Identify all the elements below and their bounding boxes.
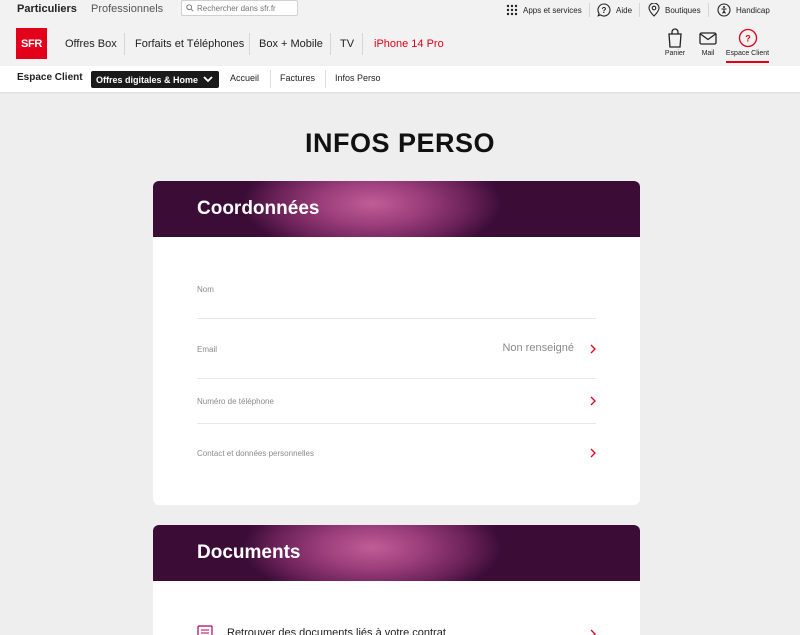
nav-box-mobile[interactable]: Box + Mobile xyxy=(259,36,323,52)
divider xyxy=(708,3,709,17)
row-contact-donnees[interactable]: Contact et données personnelles xyxy=(197,424,596,482)
divider xyxy=(589,3,590,17)
coordonnees-header: Coordonnées xyxy=(153,181,640,237)
segment-particuliers[interactable]: Particuliers xyxy=(17,0,77,20)
divider xyxy=(124,33,125,55)
subnav-factures[interactable]: Factures xyxy=(280,73,315,83)
search-icon xyxy=(186,4,194,12)
chevron-right-icon xyxy=(590,396,596,406)
subnav-infos-perso[interactable]: Infos Perso xyxy=(335,73,381,83)
telephone-label: Numéro de téléphone xyxy=(197,397,274,406)
row-email[interactable]: Email Non renseigné xyxy=(197,319,596,379)
divider xyxy=(249,33,250,55)
account-icon: ? xyxy=(738,28,757,48)
divider xyxy=(270,70,271,88)
documents-title: Documents xyxy=(197,542,301,563)
cart-icon xyxy=(668,28,682,48)
nav-forfaits-telephones[interactable]: Forfaits et Téléphones xyxy=(135,36,244,52)
coordonnees-title: Coordonnées xyxy=(197,198,320,219)
nav-tv[interactable]: TV xyxy=(340,36,354,52)
espace-client-button[interactable]: ? Espace Client xyxy=(725,28,770,57)
email-value: Non renseigné xyxy=(502,342,574,354)
row-telephone[interactable]: Numéro de téléphone xyxy=(197,379,596,424)
espace-client-label: Espace Client xyxy=(725,50,770,57)
handicap-label: Handicap xyxy=(736,5,770,15)
aide-link[interactable]: ? Aide xyxy=(597,1,632,19)
accessibility-icon xyxy=(717,3,731,17)
document-icon xyxy=(197,625,213,635)
contact-label: Contact et données personnelles xyxy=(197,449,314,458)
row-nom[interactable]: Nom xyxy=(197,271,596,319)
chevron-down-icon xyxy=(203,76,213,83)
divider xyxy=(325,70,326,88)
aide-label: Aide xyxy=(616,5,633,15)
offres-dropdown[interactable]: Offres digitales & Home xyxy=(91,71,219,88)
sfr-logo[interactable]: SFR xyxy=(16,28,47,59)
svg-text:?: ? xyxy=(745,34,751,44)
divider xyxy=(362,33,363,55)
divider xyxy=(639,3,640,17)
apps-services-link[interactable]: Apps et services xyxy=(506,1,582,19)
page-title: INFOS PERSO xyxy=(304,128,496,158)
documents-card: Documents Retrouver des documents liés à… xyxy=(153,525,640,635)
chevron-right-icon xyxy=(590,448,596,458)
location-pin-icon xyxy=(648,3,660,17)
nav-iphone-14-pro[interactable]: iPhone 14 Pro xyxy=(374,36,444,52)
nom-label: Nom xyxy=(197,285,214,294)
svg-text:?: ? xyxy=(602,6,607,15)
offres-dropdown-label: Offres digitales & Home xyxy=(96,74,199,85)
search-box[interactable] xyxy=(181,0,298,16)
apps-services-label: Apps et services xyxy=(523,5,582,15)
handicap-link[interactable]: Handicap xyxy=(717,1,770,19)
mail-icon xyxy=(699,32,717,45)
segment-professionnels[interactable]: Professionnels xyxy=(91,0,163,20)
mail-label: Mail xyxy=(701,50,715,57)
divider xyxy=(330,33,331,55)
active-tab-indicator xyxy=(726,61,769,63)
chevron-right-icon xyxy=(590,629,596,635)
panier-button[interactable]: Panier xyxy=(662,28,688,57)
search-input[interactable] xyxy=(197,3,297,13)
chevron-right-icon xyxy=(590,344,596,354)
mail-button[interactable]: Mail xyxy=(697,28,719,57)
documents-item-label[interactable]: Retrouver des documents liés à votre con… xyxy=(227,627,446,635)
boutiques-label: Boutiques xyxy=(665,5,701,15)
help-icon: ? xyxy=(597,3,611,17)
subnav-title: Espace Client xyxy=(17,72,83,83)
panier-label: Panier xyxy=(664,50,686,57)
email-label: Email xyxy=(197,345,218,354)
coordonnees-card: Coordonnées Nom Email Non renseigné Numé… xyxy=(153,181,640,505)
grid-icon xyxy=(506,4,518,16)
nav-offres-box[interactable]: Offres Box xyxy=(65,36,117,52)
subnav-accueil[interactable]: Accueil xyxy=(230,73,259,83)
documents-header: Documents xyxy=(153,525,640,581)
boutiques-link[interactable]: Boutiques xyxy=(648,1,701,19)
